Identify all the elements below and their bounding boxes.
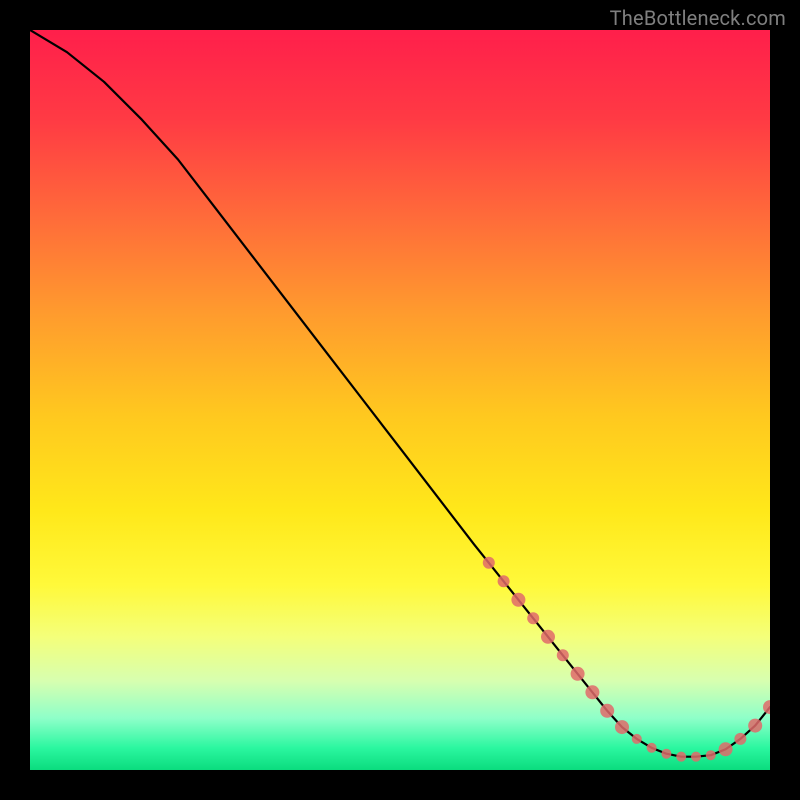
- watermark-label: TheBottleneck.com: [610, 6, 786, 30]
- plot-area: [30, 30, 770, 770]
- chart-frame: TheBottleneck.com: [0, 0, 800, 800]
